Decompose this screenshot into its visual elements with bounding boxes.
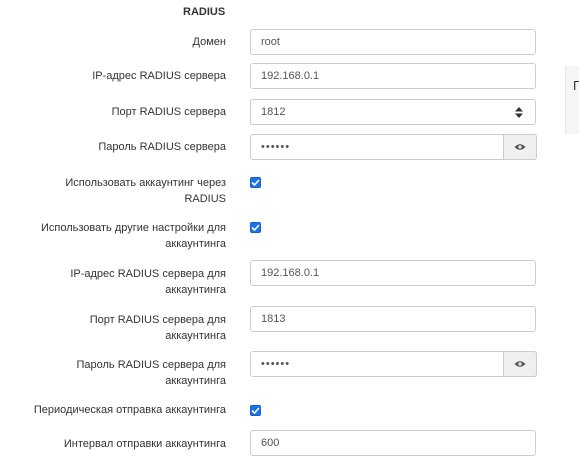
- other-accounting-settings-label: Использовать другие настройки для аккаун…: [16, 220, 226, 252]
- check-icon: [251, 407, 260, 414]
- acct-ip-label: IP-адрес RADIUS сервера для аккаунтинга: [16, 266, 226, 298]
- show-acct-password-button[interactable]: [504, 351, 537, 377]
- side-panel-fragment: [565, 66, 579, 134]
- server-ip-input[interactable]: 192.168.0.1: [250, 63, 536, 89]
- acct-port-label: Порт RADIUS сервера для аккаунтинга: [16, 312, 226, 344]
- acct-password-label: Пароль RADIUS сервера для аккаунтинга: [16, 357, 227, 389]
- periodic-accounting-label: Периодическая отправка аккаунтинга: [33, 404, 226, 416]
- eye-icon: [514, 144, 526, 150]
- acct-port-label-line2: аккаунтинга: [165, 330, 226, 342]
- domain-label: Домен: [192, 36, 226, 48]
- acct-port-label-line1: Порт RADIUS сервера для: [89, 314, 226, 326]
- acct-port-input[interactable]: 1813: [250, 306, 536, 332]
- server-port-label: Порт RADIUS сервера: [111, 106, 226, 118]
- periodic-accounting-checkbox[interactable]: [250, 405, 261, 416]
- check-icon: [251, 224, 260, 231]
- accounting-interval-input[interactable]: 600: [250, 430, 536, 456]
- accounting-interval-label: Интервал отправки аккаунтинга: [63, 438, 226, 450]
- eye-icon: [514, 361, 526, 367]
- use-accounting-label-line2: RADIUS: [184, 193, 226, 205]
- other-accounting-settings-label-line1: Использовать другие настройки для: [40, 222, 226, 234]
- server-port-input[interactable]: 1812: [250, 99, 536, 125]
- other-accounting-settings-label-line2: аккаунтинга: [165, 238, 226, 250]
- acct-ip-label-line1: IP-адрес RADIUS сервера для: [70, 268, 226, 280]
- use-accounting-label: Использовать аккаунтинг через RADIUS: [16, 175, 226, 207]
- show-password-button[interactable]: [504, 134, 537, 160]
- server-port-value: 1812: [261, 106, 286, 118]
- side-panel-fragment-text: П: [573, 78, 579, 93]
- spinner-icon[interactable]: [515, 107, 523, 118]
- check-icon: [251, 179, 260, 186]
- acct-password-input[interactable]: ••••••: [250, 351, 504, 377]
- other-accounting-settings-checkbox[interactable]: [250, 222, 261, 233]
- radius-section-title: RADIUS: [183, 6, 226, 18]
- server-ip-label: IP-адрес RADIUS сервера: [92, 70, 226, 82]
- server-password-input[interactable]: ••••••: [250, 134, 504, 160]
- acct-ip-input[interactable]: 192.168.0.1: [250, 260, 536, 286]
- use-accounting-checkbox[interactable]: [250, 177, 261, 188]
- acct-password-label-line2: аккаунтинга: [165, 375, 226, 387]
- server-password-label: Пароль RADIUS сервера: [98, 141, 226, 153]
- domain-input[interactable]: root: [250, 29, 536, 55]
- use-accounting-label-line1: Использовать аккаунтинг через: [65, 177, 226, 189]
- acct-ip-label-line2: аккаунтинга: [165, 284, 226, 296]
- acct-password-label-line1: Пароль RADIUS сервера для: [76, 359, 227, 371]
